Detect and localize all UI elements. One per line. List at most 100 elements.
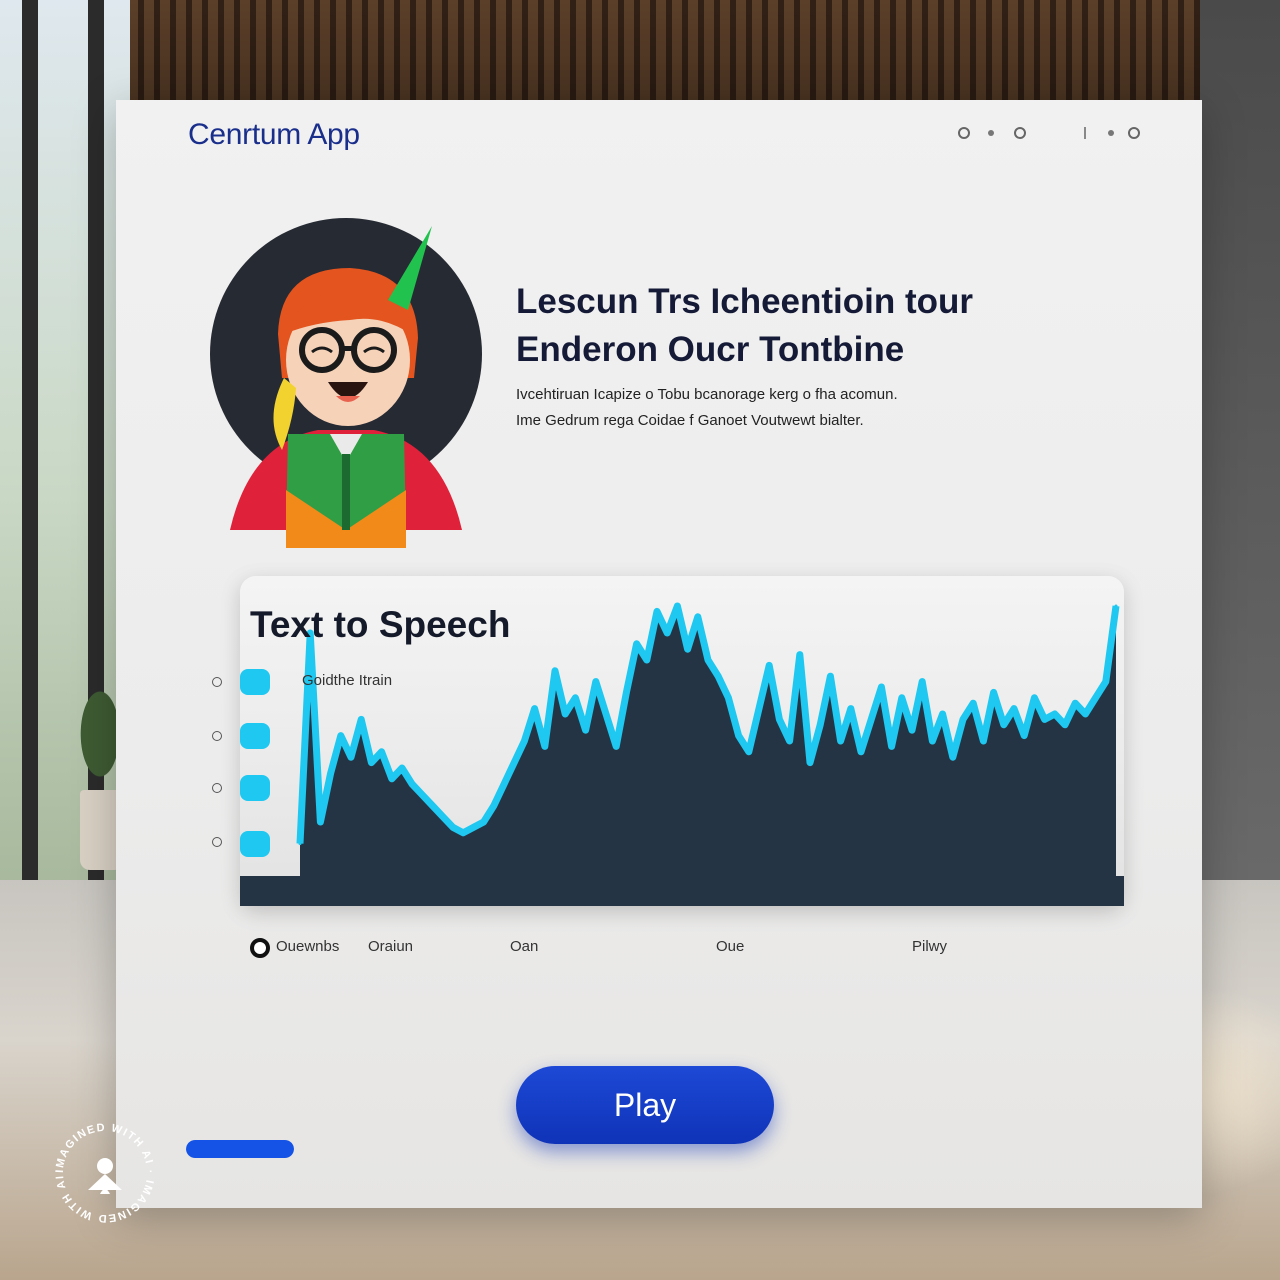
waveform-point [879,685,883,689]
waveform-point [696,615,700,619]
play-button[interactable]: Play [516,1066,774,1144]
waveform-point [1073,701,1077,705]
waveform-point [584,728,588,732]
waveform-point [594,680,598,684]
waveform-point [981,739,985,743]
voice-label: Goidthe Itrain [302,672,393,689]
waveform-point [686,647,690,651]
waveform-point [624,690,628,694]
waveform-point [655,609,659,613]
tts-title: Text to Speech [250,604,511,645]
waveform-point [747,750,751,754]
waveform-point [359,717,363,721]
waveform-point [573,696,577,700]
waveform-point [1104,680,1108,684]
waveform-point [828,674,832,678]
waveform-point [369,761,373,765]
waveform-floor [240,876,1124,906]
window-mullion [22,0,38,900]
waveform-point [420,793,424,797]
window-control-icon[interactable] [958,127,970,139]
voice-swatch[interactable] [240,775,270,801]
waveform-point [890,744,894,748]
headline-line: Enderon Oucr Tontbine [516,330,905,369]
waveform-point [777,717,781,721]
waveform-point [788,739,792,743]
voice-swatch[interactable] [240,669,270,695]
waveform-point [798,653,802,657]
waveform-point [553,669,557,673]
waveform-point [482,820,486,824]
ceiling-slats [0,0,1280,110]
voice-swatch[interactable] [240,723,270,749]
waveform-point [1083,712,1087,716]
tab-item[interactable]: Pilwy [912,938,947,955]
tab-item[interactable]: Oraiun [368,938,413,955]
waveform-point [757,707,761,711]
waveform-point [1043,717,1047,721]
waveform-point [706,658,710,662]
waveform-point [451,825,455,829]
progress-bar[interactable] [186,1140,294,1158]
waveform-point [1002,723,1006,727]
waveform-point [808,761,812,765]
waveform-point [400,766,404,770]
headline: Lescun Trs Icheentioin tour Enderon Oucr… [516,278,1136,374]
waveform-point [737,734,741,738]
waveform-point [849,707,853,711]
watermark-logo: IMAGINED WITH AI · IMAGINED WITH AI · [50,1118,155,1224]
progress-fill [186,1140,294,1158]
window-control-icon[interactable] [1108,130,1114,136]
tab-item[interactable]: Oue [716,938,744,955]
waveform-point [665,631,669,635]
tab-bar: Ouewnbs Oraiun Oan Oue Pilwy [250,936,1130,966]
waveform-point [410,782,414,786]
window-controls [954,124,1154,144]
waveform-point [533,707,537,711]
waveform-point [1094,696,1098,700]
radio-icon[interactable] [212,731,222,741]
window-control-icon[interactable] [1128,127,1140,139]
window-control-icon[interactable] [988,130,994,136]
waveform-point [614,744,618,748]
waveform-point [839,739,843,743]
window-control-icon[interactable] [1084,127,1086,139]
waveform-point [502,782,506,786]
tab-radio-icon[interactable] [250,938,270,958]
waveform-point [1032,696,1036,700]
waveform-point [1022,734,1026,738]
waveform-point [431,804,435,808]
waveform-point [726,696,730,700]
tab-item[interactable]: Oan [510,938,538,955]
waveform-point [1063,723,1067,727]
radio-icon[interactable] [212,783,222,793]
right-wall [1200,0,1280,900]
waveform-point [441,815,445,819]
waveform-point [818,723,822,727]
waveform-point [941,712,945,716]
waveform-point [298,842,302,846]
waveform-point [563,712,567,716]
waveform-point [930,739,934,743]
waveform-point [604,712,608,716]
waveform-point [992,690,996,694]
headline-line: Lescun Trs Icheentioin tour [516,282,974,321]
waveform-point [1012,707,1016,711]
radio-icon[interactable] [212,677,222,687]
tab-item[interactable]: Ouewnbs [276,938,339,955]
voice-swatch[interactable] [240,831,270,857]
description-line: Ivcehtiruan Icapize o Tobu bcanorage ker… [516,386,898,403]
app-window: Cenrtum App Lescun Trs Icheentioin tour … [116,100,1202,1208]
waveform-point [869,717,873,721]
waveform-point [635,642,639,646]
app-title: Cenrtum App [188,118,360,151]
voice-options [212,669,282,875]
waveform-point [951,755,955,759]
waveform-point [961,717,965,721]
waveform-point [920,680,924,684]
waveform-point [349,755,353,759]
description: Ivcehtiruan Icapize o Tobu bcanorage ker… [516,382,1136,434]
radio-icon[interactable] [212,837,222,847]
waveform-point [390,777,394,781]
window-control-icon[interactable] [1014,127,1026,139]
